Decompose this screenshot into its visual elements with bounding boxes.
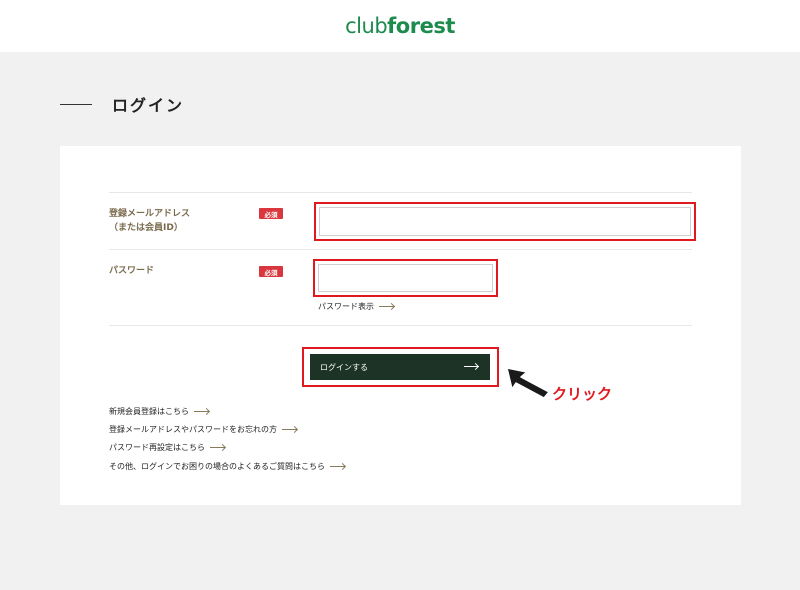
arrow-right-icon (194, 410, 209, 412)
link-label: 新規会員登録はこちら (109, 406, 189, 416)
form-divider-top (109, 192, 692, 193)
site-header: clubforest (0, 0, 800, 52)
link-new-registration[interactable]: 新規会員登録はこちら (109, 402, 345, 420)
logo-text-forest: forest (387, 14, 455, 38)
link-label: パスワード再設定はこちら (109, 443, 205, 453)
link-faq[interactable]: その他、ログインでお困りの場合のよくあるご質問はこちら (109, 457, 345, 475)
email-label: 登録メールアドレス （または会員ID） (109, 207, 190, 235)
arrow-right-icon (330, 465, 345, 467)
click-annotation: クリック (552, 385, 613, 403)
clubforest-logo[interactable]: clubforest (345, 14, 455, 38)
form-divider-bottom (109, 325, 692, 326)
arrow-right-icon (464, 366, 478, 367)
arrow-right-icon (282, 428, 297, 430)
email-label-line1: 登録メールアドレス (109, 209, 191, 219)
show-password-toggle[interactable]: パスワード表示 (318, 301, 394, 312)
link-label: その他、ログインでお困りの場合のよくあるご質問はこちら (109, 461, 325, 471)
password-required-badge: 必須 (259, 266, 283, 277)
heading-rule (60, 103, 92, 105)
link-password-reset[interactable]: パスワード再設定はこちら (109, 439, 345, 457)
login-card: 登録メールアドレス （または会員ID） 必須 パスワード 必須 パスワード表示 … (60, 146, 741, 505)
link-label: 登録メールアドレスやパスワードをお忘れの方 (109, 424, 277, 434)
password-label: パスワード (109, 266, 155, 276)
form-divider-middle (109, 249, 692, 250)
login-button[interactable]: ログインする (310, 354, 490, 380)
help-links: 新規会員登録はこちら 登録メールアドレスやパスワードをお忘れの方 パスワード再設… (109, 402, 345, 475)
arrow-right-icon (210, 447, 225, 449)
link-forgot-credentials[interactable]: 登録メールアドレスやパスワードをお忘れの方 (109, 420, 345, 438)
show-password-label: パスワード表示 (318, 302, 374, 311)
annotation-arrow-icon (506, 367, 550, 399)
login-button-label: ログインする (320, 362, 368, 372)
logo-text-club: club (345, 14, 388, 38)
page-heading: ログイン (60, 92, 184, 116)
email-required-badge: 必須 (259, 208, 283, 219)
email-input[interactable] (319, 207, 691, 236)
email-label-line2: （または会員ID） (109, 223, 183, 233)
arrow-right-icon (379, 306, 394, 307)
password-input[interactable] (318, 264, 493, 292)
page-title: ログイン (112, 96, 185, 115)
